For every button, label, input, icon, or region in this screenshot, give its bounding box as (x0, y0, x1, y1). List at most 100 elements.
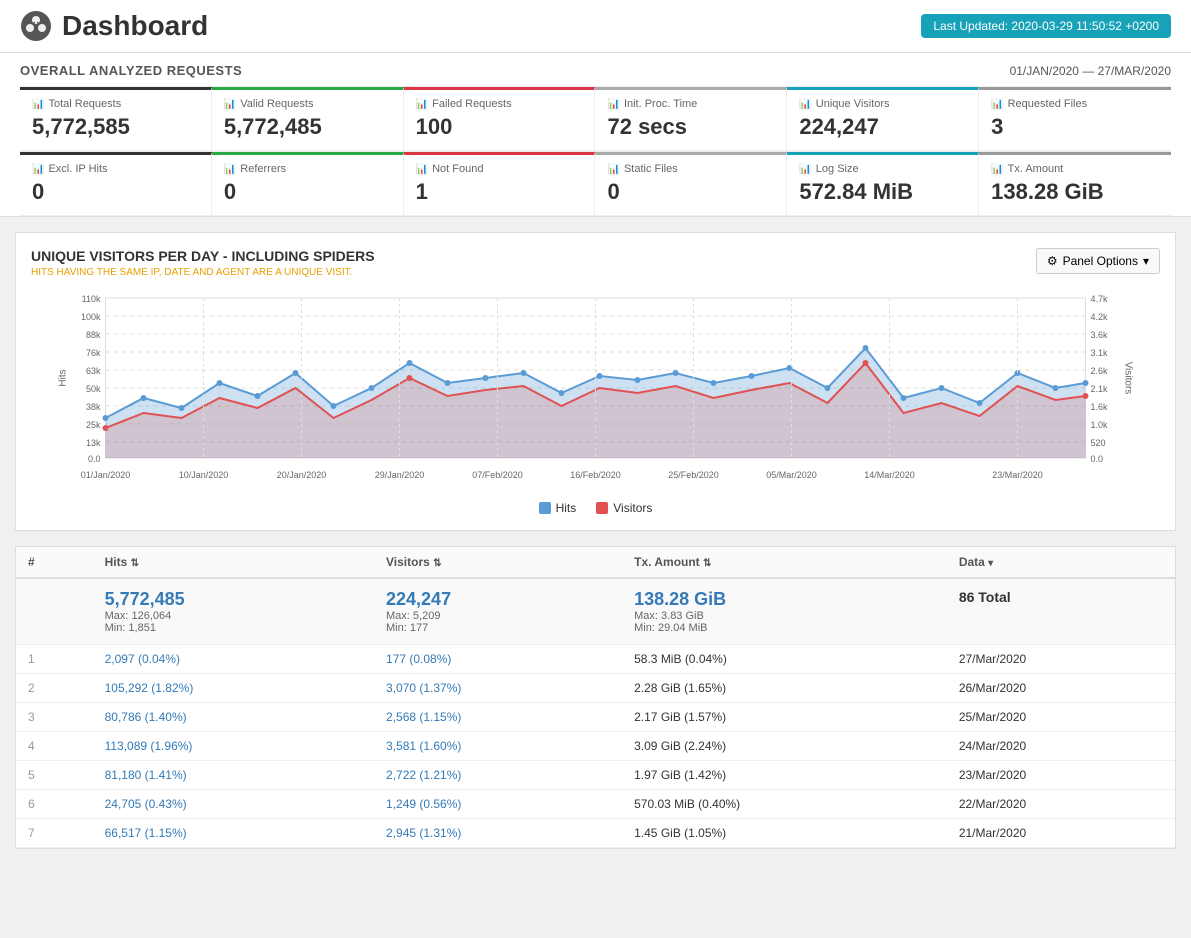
panel-options-button[interactable]: ⚙ Panel Options ▾ (1036, 248, 1160, 274)
header: Dashboard Last Updated: 2020-03-29 11:50… (0, 0, 1191, 53)
cell-hits[interactable]: 113,089 (1.96%) (93, 732, 374, 761)
stat-card-requested-files: 📊 Requested Files 3 (979, 87, 1171, 151)
stat-card-valid-requests: 📊 Valid Requests 5,772,485 (212, 87, 404, 151)
svg-text:110k: 110k (82, 294, 101, 304)
cell-date: 25/Mar/2020 (947, 703, 1175, 732)
stat-label: 📊 Init. Proc. Time (607, 98, 774, 110)
cell-visitors[interactable]: 3,581 (1.60%) (374, 732, 622, 761)
col-hits[interactable]: Hits ⇅ (93, 547, 374, 578)
cell-hits[interactable]: 24,705 (0.43%) (93, 790, 374, 819)
svg-text:16/Feb/2020: 16/Feb/2020 (570, 470, 621, 480)
svg-text:520: 520 (1091, 438, 1106, 448)
stat-value: 138.28 GiB (991, 179, 1159, 205)
cell-tx: 1.97 GiB (1.42%) (622, 761, 947, 790)
chart-header: UNIQUE VISITORS PER DAY - INCLUDING SPID… (31, 248, 1160, 278)
stat-value: 5,772,485 (224, 114, 391, 140)
stat-value: 224,247 (799, 114, 966, 140)
chart-icon: 📊 (416, 99, 428, 110)
svg-text:4.2k: 4.2k (1091, 312, 1109, 322)
cell-tx: 3.09 GiB (2.24%) (622, 732, 947, 761)
dashboard-icon (20, 10, 52, 42)
svg-text:07/Feb/2020: 07/Feb/2020 (472, 470, 523, 480)
cell-date: 21/Mar/2020 (947, 819, 1175, 848)
gear-icon: ⚙ (1047, 254, 1058, 268)
data-sort-icon: ▾ (988, 558, 993, 569)
stat-card-total-requests: 📊 Total Requests 5,772,585 (20, 87, 212, 151)
stat-label: 📊 Valid Requests (224, 98, 391, 110)
svg-text:13k: 13k (86, 438, 101, 448)
col-tx[interactable]: Tx. Amount ⇅ (622, 547, 947, 578)
cell-visitors[interactable]: 2,945 (1.31%) (374, 819, 622, 848)
cell-tx: 58.3 MiB (0.04%) (622, 645, 947, 674)
hits-sort-icon: ⇅ (131, 558, 139, 569)
svg-text:29/Jan/2020: 29/Jan/2020 (375, 470, 425, 480)
cell-tx: 1.45 GiB (1.05%) (622, 819, 947, 848)
table-row: 3 80,786 (1.40%) 2,568 (1.15%) 2.17 GiB … (16, 703, 1175, 732)
stat-label: 📊 Failed Requests (416, 98, 583, 110)
cell-date: 26/Mar/2020 (947, 674, 1175, 703)
cell-date: 24/Mar/2020 (947, 732, 1175, 761)
cell-visitors[interactable]: 2,568 (1.15%) (374, 703, 622, 732)
svg-text:3.6k: 3.6k (1091, 330, 1109, 340)
cell-hits[interactable]: 105,292 (1.82%) (93, 674, 374, 703)
cell-date: 27/Mar/2020 (947, 645, 1175, 674)
col-data[interactable]: Data ▾ (947, 547, 1175, 578)
stat-label: 📊 Excl. IP Hits (32, 163, 199, 175)
cell-num: 6 (16, 790, 93, 819)
stat-value: 5,772,585 (32, 114, 199, 140)
svg-text:1.0k: 1.0k (1091, 420, 1109, 430)
svg-text:2.1k: 2.1k (1091, 384, 1109, 394)
table-row: 2 105,292 (1.82%) 3,070 (1.37%) 2.28 GiB… (16, 674, 1175, 703)
visitors-sort-icon: ⇅ (433, 558, 441, 569)
svg-text:4.7k: 4.7k (1091, 294, 1109, 304)
stat-value: 3 (991, 114, 1159, 140)
stat-value: 1 (416, 179, 583, 205)
stat-value: 72 secs (607, 114, 774, 140)
svg-text:10/Jan/2020: 10/Jan/2020 (179, 470, 229, 480)
data-table: # Hits ⇅ Visitors ⇅ Tx. Amount ⇅ Data ▾ … (15, 546, 1176, 849)
col-num[interactable]: # (16, 547, 93, 578)
cell-num: 2 (16, 674, 93, 703)
cell-num: 4 (16, 732, 93, 761)
stat-value: 0 (32, 179, 199, 205)
stat-card-log-size: 📊 Log Size 572.84 MiB (787, 152, 979, 216)
svg-text:1.6k: 1.6k (1091, 402, 1109, 412)
visitors-legend-dot (596, 502, 608, 514)
svg-text:0.0: 0.0 (88, 454, 101, 464)
cell-visitors[interactable]: 1,249 (0.56%) (374, 790, 622, 819)
summary-num (16, 578, 93, 645)
chart-icon: 📊 (991, 164, 1003, 175)
cell-num: 7 (16, 819, 93, 848)
table-row: 7 66,517 (1.15%) 2,945 (1.31%) 1.45 GiB … (16, 819, 1175, 848)
col-visitors[interactable]: Visitors ⇅ (374, 547, 622, 578)
cell-hits[interactable]: 80,786 (1.40%) (93, 703, 374, 732)
chart-icon: 📊 (224, 164, 236, 175)
cell-visitors[interactable]: 177 (0.08%) (374, 645, 622, 674)
stats-row2: 📊 Excl. IP Hits 0 📊 Referrers 0 📊 Not Fo… (20, 151, 1171, 216)
cell-visitors[interactable]: 3,070 (1.37%) (374, 674, 622, 703)
svg-text:88k: 88k (86, 330, 101, 340)
stat-card-static-files: 📊 Static Files 0 (595, 152, 787, 216)
summary-row: 5,772,485 Max: 126,064 Min: 1,851 224,24… (16, 578, 1175, 645)
cell-hits[interactable]: 2,097 (0.04%) (93, 645, 374, 674)
cell-visitors[interactable]: 2,722 (1.21%) (374, 761, 622, 790)
svg-text:63k: 63k (86, 366, 101, 376)
legend-hits: Hits (539, 501, 577, 515)
cell-date: 22/Mar/2020 (947, 790, 1175, 819)
table-row: 6 24,705 (0.43%) 1,249 (0.56%) 570.03 Mi… (16, 790, 1175, 819)
chart-title: UNIQUE VISITORS PER DAY - INCLUDING SPID… (31, 248, 375, 264)
legend-visitors: Visitors (596, 501, 652, 515)
stat-value: 572.84 MiB (799, 179, 966, 205)
stat-card-init.-proc.-time: 📊 Init. Proc. Time 72 secs (595, 87, 787, 151)
chart-icon: 📊 (32, 164, 44, 175)
stats-row1: 📊 Total Requests 5,772,585 📊 Valid Reque… (20, 86, 1171, 151)
svg-text:38k: 38k (86, 402, 101, 412)
overall-title: OVERALL ANALYZED REQUESTS (20, 63, 242, 78)
cell-hits[interactable]: 81,180 (1.41%) (93, 761, 374, 790)
svg-text:76k: 76k (86, 348, 101, 358)
chart-subtitle: HITS HAVING THE SAME IP, DATE AND AGENT … (31, 267, 375, 278)
chart-icon: 📊 (607, 164, 619, 175)
stat-label: 📊 Tx. Amount (991, 163, 1159, 175)
chart-icon: 📊 (799, 164, 811, 175)
cell-hits[interactable]: 66,517 (1.15%) (93, 819, 374, 848)
